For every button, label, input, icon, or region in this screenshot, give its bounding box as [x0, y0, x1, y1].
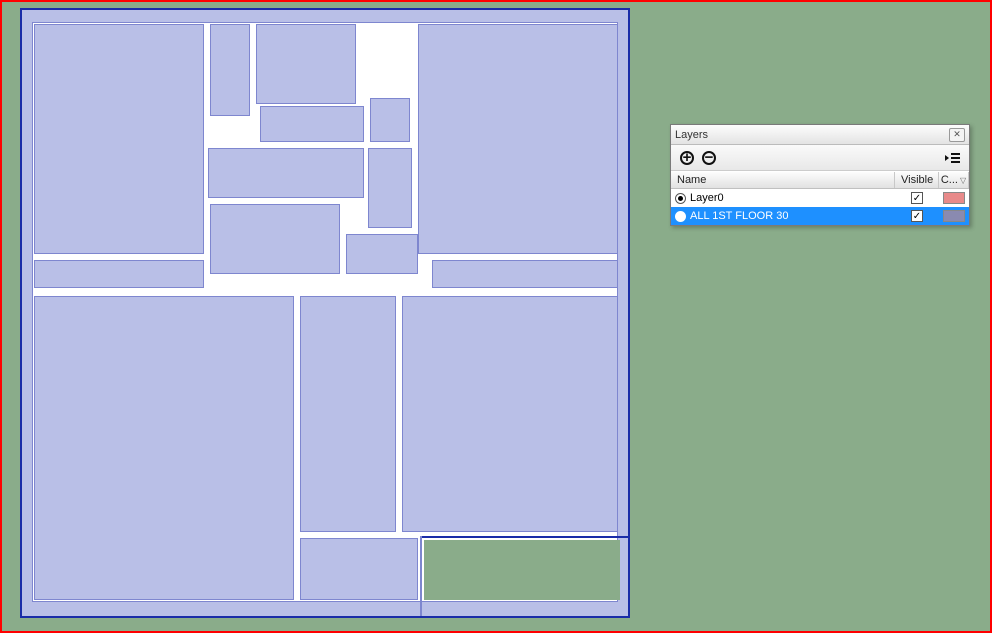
header-name[interactable]: Name — [671, 172, 895, 188]
close-icon[interactable]: ✕ — [949, 128, 965, 142]
header-color[interactable]: C... ▽ — [939, 172, 969, 188]
layer-row[interactable]: ALL 1ST FLOOR 30 ✓ — [671, 207, 969, 225]
add-layer-button[interactable]: + — [677, 148, 697, 168]
header-visible[interactable]: Visible — [895, 172, 939, 188]
flyout-icon — [945, 151, 961, 165]
flyout-menu-button[interactable] — [943, 148, 963, 168]
sort-indicator-icon: ▽ — [960, 176, 966, 185]
color-swatch[interactable] — [943, 192, 965, 204]
color-swatch[interactable] — [943, 210, 965, 222]
plus-icon: + — [680, 151, 694, 165]
visible-checkbox[interactable]: ✓ — [911, 210, 923, 222]
visible-checkbox[interactable]: ✓ — [911, 192, 923, 204]
floor-plan-model[interactable] — [20, 8, 632, 620]
viewport: Layers ✕ + − Name — [0, 0, 992, 633]
layers-panel-titlebar[interactable]: Layers ✕ — [671, 125, 969, 145]
layer-name-label: ALL 1ST FLOOR 30 — [690, 210, 788, 222]
active-layer-radio[interactable] — [675, 193, 686, 204]
layers-header-row: Name Visible C... ▽ — [671, 171, 969, 189]
layer-name-label: Layer0 — [690, 192, 724, 204]
layers-list: Layer0 ✓ ALL 1ST FLOOR 30 ✓ — [671, 189, 969, 225]
layer-row[interactable]: Layer0 ✓ — [671, 189, 969, 207]
layers-toolbar: + − — [671, 145, 969, 171]
minus-icon: − — [702, 151, 716, 165]
active-layer-radio[interactable] — [675, 211, 686, 222]
layers-panel-title: Layers — [675, 129, 949, 141]
remove-layer-button[interactable]: − — [699, 148, 719, 168]
layers-panel: Layers ✕ + − Name — [670, 124, 970, 226]
